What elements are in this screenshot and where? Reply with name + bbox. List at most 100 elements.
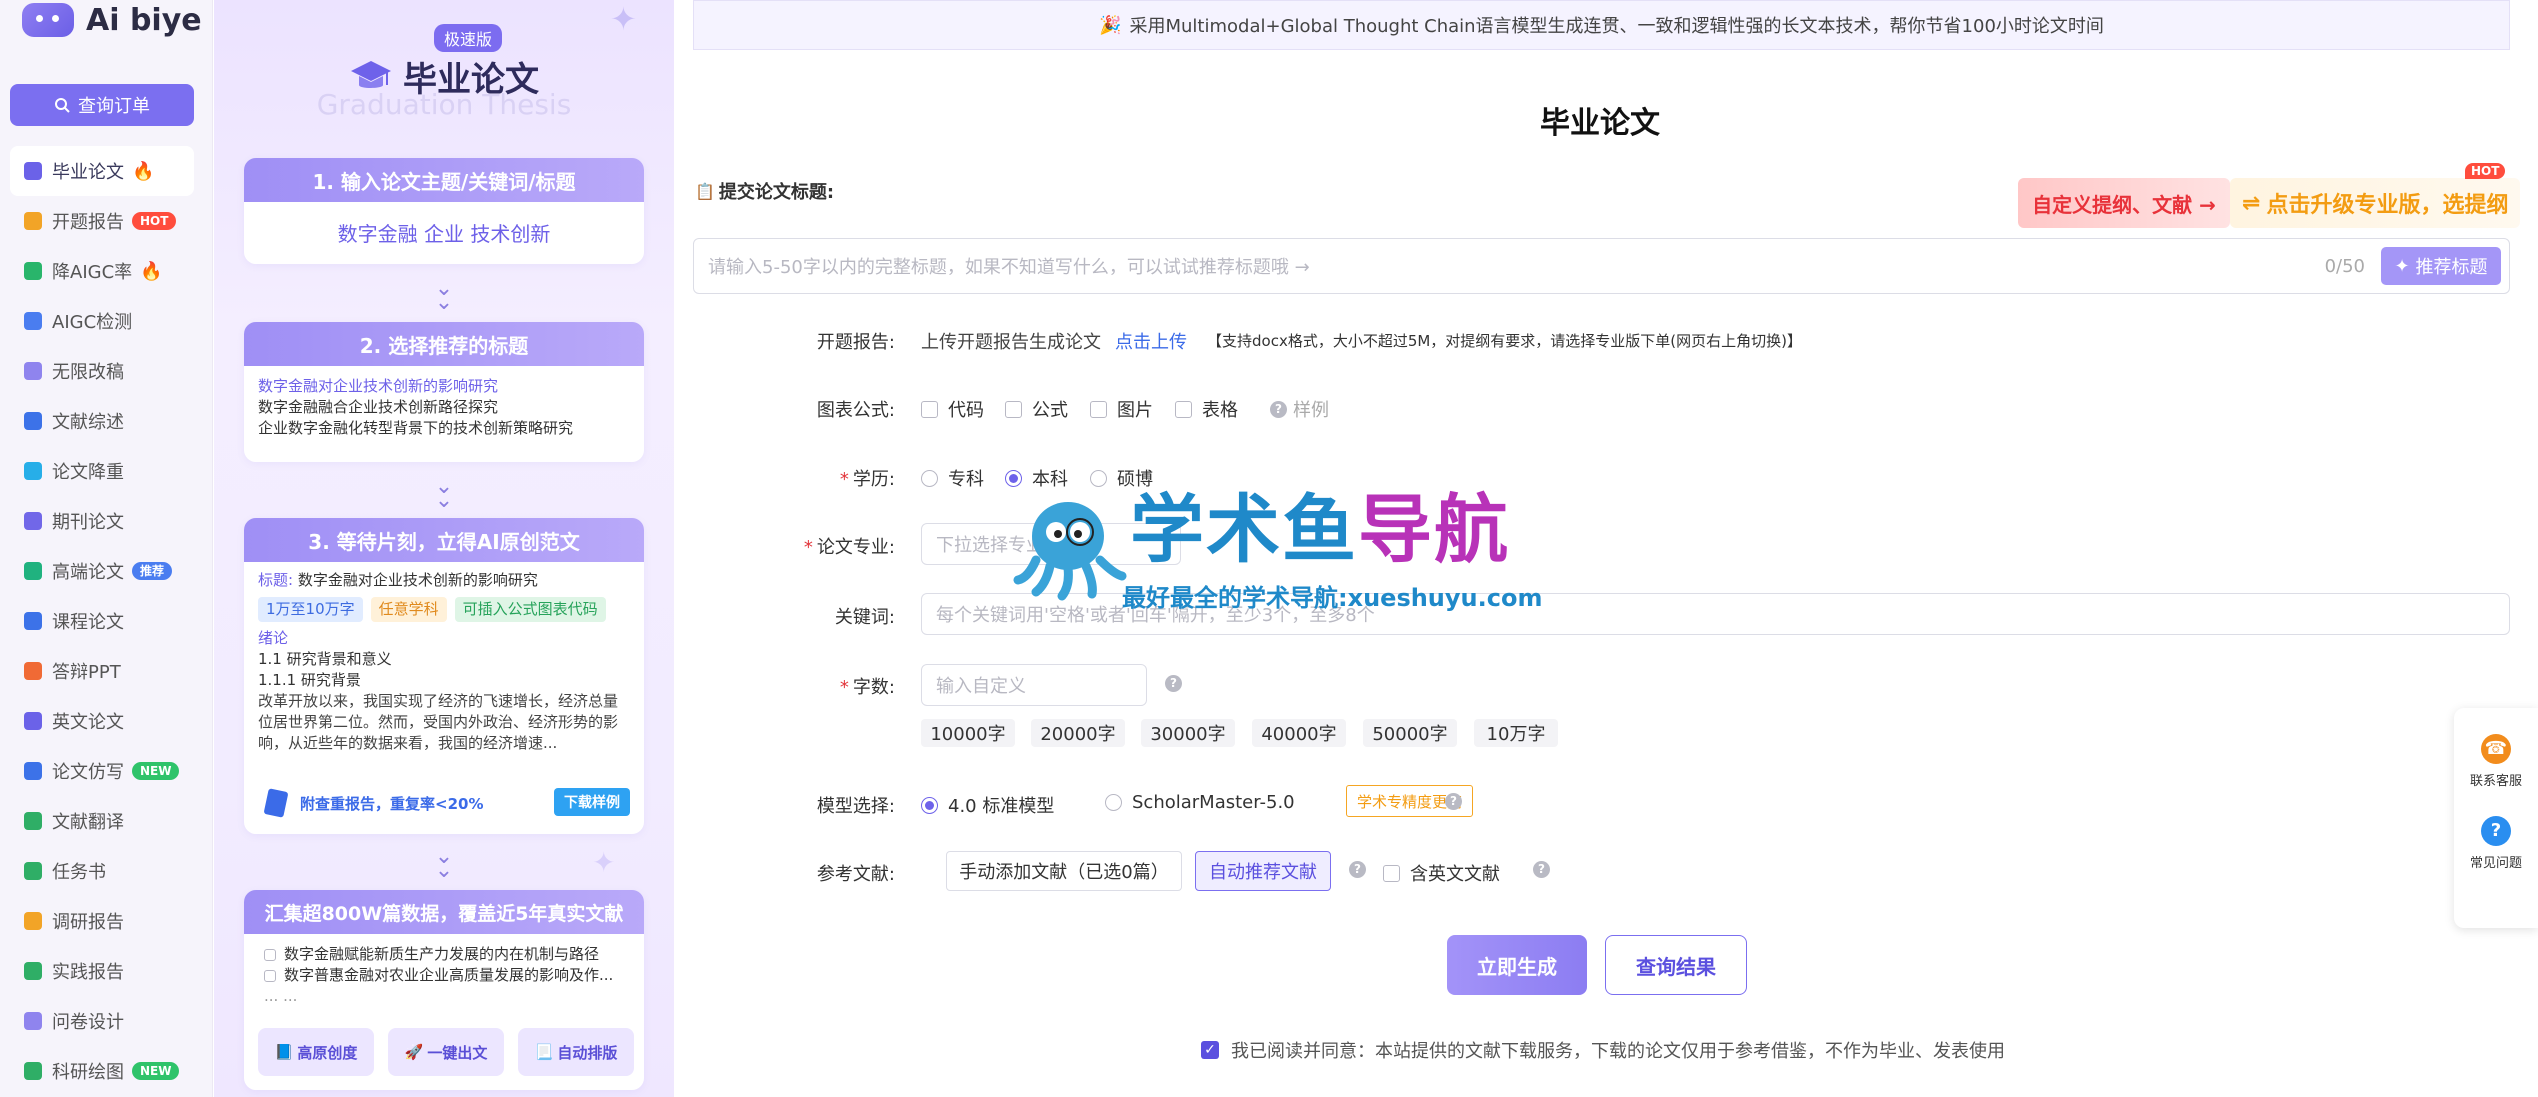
model-option-scholarmaster[interactable]: ScholarMaster-5.0 <box>1105 792 1295 813</box>
sidebar-item[interactable]: 期刊论文 <box>10 496 194 546</box>
include-english-refs[interactable]: 含英文文献 <box>1383 860 1500 886</box>
translate-icon <box>24 812 42 830</box>
upload-link[interactable]: 点击上传 <box>1115 328 1187 354</box>
checkbox[interactable] <box>921 400 938 418</box>
report-book-icon <box>264 788 288 818</box>
wordcount-chip[interactable]: 10万字 <box>1474 719 1558 747</box>
auto-recommend-refs-button[interactable]: 自动推荐文献 <box>1195 851 1331 891</box>
option-image[interactable]: 图片 <box>1090 396 1153 422</box>
option-table[interactable]: 表格 <box>1175 396 1238 422</box>
wordcount-chip[interactable]: 50000字 <box>1363 719 1457 747</box>
sidebar: Ai biye 查询订单 毕业论文 🔥 开题报告 HOT 降AIGC率 🔥 AIGC检测无限… <box>0 0 213 1097</box>
query-result-button[interactable]: 查询结果 <box>1605 935 1747 995</box>
step2-title-option: 企业数字金融化转型背景下的技术创新策略研究 <box>258 419 574 437</box>
party-popper-icon: 🎉 <box>1099 14 1122 36</box>
clipboard-icon: 📋 <box>695 181 715 201</box>
top-banner: 🎉 采用Multimodal+Global Thought Chain语言模型生… <box>693 0 2510 50</box>
step3-title-prefix: 标题: <box>258 571 294 589</box>
wordcount-chip[interactable]: 30000字 <box>1141 719 1235 747</box>
sidebar-item[interactable]: 降AIGC率 🔥 <box>10 246 194 296</box>
step2-card: 2. 选择推荐的标题 数字金融对企业技术创新的影响研究 数字金融融合企业技术创新… <box>244 322 644 462</box>
wordcount-chip[interactable]: 40000字 <box>1252 719 1346 747</box>
sidebar-item[interactable]: 无限改稿 <box>10 346 194 396</box>
sidebar-item[interactable]: 论文降重 <box>10 446 194 496</box>
contact-service[interactable]: ☎ 联系客服 <box>2454 734 2538 789</box>
proposal-text: 上传开题报告生成论文 <box>921 332 1101 353</box>
logo[interactable]: Ai biye <box>22 0 202 40</box>
checkbox-checked-icon[interactable]: ✓ <box>1201 1041 1219 1059</box>
sidebar-item[interactable]: 调研报告 <box>10 896 194 946</box>
query-order-button[interactable]: 查询订单 <box>10 84 194 126</box>
sidebar-item[interactable]: 科研绘图 NEW <box>10 1046 194 1096</box>
help-icon[interactable]: ? <box>1533 861 1550 878</box>
custom-outline-link[interactable]: 自定义提纲、文献 → <box>2018 178 2230 228</box>
radio-selected[interactable] <box>921 796 938 814</box>
sidebar-item-label: 实践报告 <box>52 962 124 983</box>
sparkle-icon: ✦ <box>610 0 637 38</box>
sidebar-item[interactable]: AIGC检测 <box>10 296 194 346</box>
radio-selected[interactable] <box>1005 469 1022 487</box>
step3-title-value: 数字金融对企业技术创新的影响研究 <box>297 571 538 589</box>
help-icon[interactable]: ? <box>1165 675 1182 692</box>
sidebar-item[interactable]: 文献翻译 <box>10 796 194 846</box>
thesis-title-input[interactable]: 请输入5-50字以内的完整标题，如果不知道写什么，可以试试推荐标题哦 → 0/5… <box>693 238 2510 294</box>
wordcount-label: * 字数: <box>839 677 895 698</box>
watermark-title-a: 学术鱼 <box>1130 487 1358 573</box>
sidebar-item[interactable]: 实践报告 <box>10 946 194 996</box>
charts-label: 图表公式: <box>816 400 895 421</box>
page-title: 毕业论文 <box>1540 106 1660 141</box>
proposal-label: 开题报告: <box>816 332 895 353</box>
sidebar-item[interactable]: 英文论文 <box>10 696 194 746</box>
option-code[interactable]: 代码 <box>921 396 984 422</box>
sidebar-item[interactable]: 文献综述 <box>10 396 194 446</box>
upgrade-pro-link[interactable]: ⇌ 点击升级专业版，选提纲 <box>2230 178 2520 228</box>
search-icon <box>55 98 70 113</box>
sidebar-item[interactable]: 任务书 <box>10 846 194 896</box>
checkbox[interactable] <box>1005 400 1022 418</box>
generate-button[interactable]: 立即生成 <box>1447 935 1587 995</box>
wordcount-chip[interactable]: 20000字 <box>1031 719 1125 747</box>
journal-icon <box>24 512 42 530</box>
sample-link[interactable]: ? 样例 <box>1270 396 1329 422</box>
sidebar-item-label: 高端论文 <box>52 562 124 583</box>
option-formula[interactable]: 公式 <box>1005 396 1068 422</box>
sidebar-item[interactable]: 课程论文 <box>10 596 194 646</box>
sidebar-item[interactable]: 答辩PPT <box>10 646 194 696</box>
radio[interactable] <box>1090 469 1107 487</box>
download-sample-button[interactable]: 下载样例 <box>554 788 630 816</box>
sidebar-item-label: 论文降重 <box>52 462 124 483</box>
sidebar-item-label: AIGC检测 <box>52 312 133 333</box>
radio[interactable] <box>1105 794 1122 811</box>
checkbox[interactable] <box>1090 400 1107 418</box>
sidebar-item[interactable]: 开题报告 HOT <box>10 196 194 246</box>
degree-label: * 学历: <box>839 469 895 490</box>
sidebar-item[interactable]: 高端论文 推荐 <box>10 546 194 596</box>
checkbox[interactable] <box>1175 400 1192 418</box>
sidebar-item[interactable]: 毕业论文 🔥 <box>10 146 194 196</box>
wordcount-input[interactable]: 输入自定义 <box>921 664 1147 706</box>
degree-option-associate[interactable]: 专科 <box>921 465 984 491</box>
manual-add-refs-button[interactable]: 手动添加文献（已选0篇） <box>946 851 1182 891</box>
help-icon[interactable]: ? <box>1349 861 1366 878</box>
sidebar-item[interactable]: 论文仿写 NEW <box>10 746 194 796</box>
step3-title: 3. 等待片刻，立得AI原创范文 <box>244 518 644 562</box>
checkbox[interactable] <box>1383 864 1400 882</box>
step2-title-option: 数字金融融合企业技术创新路径探究 <box>258 398 499 416</box>
step4-more: ... ... <box>264 987 298 1005</box>
detect-icon <box>24 312 42 330</box>
sidebar-tag: NEW <box>132 762 180 780</box>
sidebar-item-label: 任务书 <box>52 862 106 883</box>
checkbox <box>264 948 276 961</box>
agreement[interactable]: ✓ 我已阅读并同意：本站提供的文献下载服务，下载的论文仅用于参考借鉴，不作为毕业… <box>1201 1037 2005 1063</box>
sidebar-tag: 推荐 <box>132 562 173 580</box>
english-icon <box>24 712 42 730</box>
model-option-standard[interactable]: 4.0 标准模型 <box>921 792 1054 818</box>
help-icon[interactable]: ? <box>1445 793 1462 810</box>
hot-badge: HOT <box>2465 163 2506 179</box>
radio[interactable] <box>921 469 938 487</box>
wordcount-chip[interactable]: 10000字 <box>921 719 1015 747</box>
sidebar-item[interactable]: 问卷设计 <box>10 996 194 1046</box>
questionnaire-icon <box>24 1012 42 1030</box>
recommend-title-button[interactable]: ✦ 推荐标题 <box>2381 247 2501 285</box>
faq[interactable]: ? 常见问题 <box>2454 816 2538 871</box>
